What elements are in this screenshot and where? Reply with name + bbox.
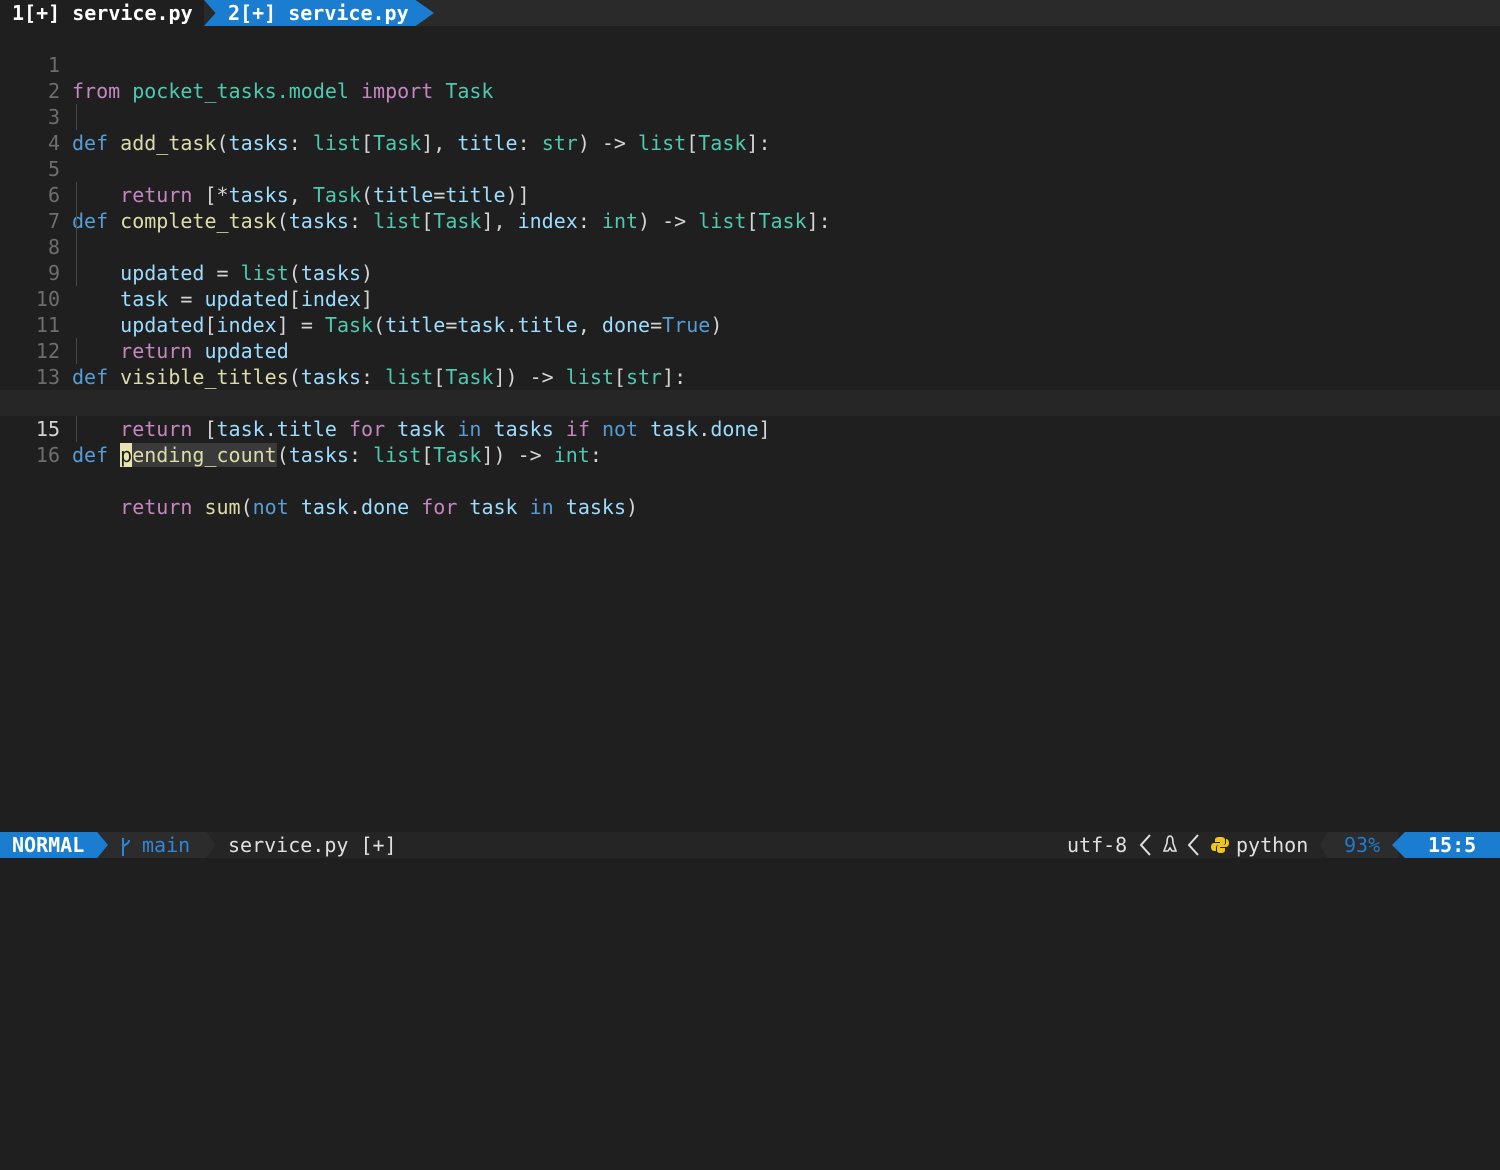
indent-guide xyxy=(76,234,77,260)
git-branch-icon xyxy=(120,832,132,858)
indent-guide xyxy=(76,260,77,286)
python-icon xyxy=(1210,832,1230,858)
indent-guide xyxy=(76,182,77,208)
code-line[interactable]: 10 return updated xyxy=(0,260,1500,363)
tabline: 1[+] service.py 2[+] service.py xyxy=(0,0,1500,26)
code-line[interactable]: 12 def visible_titles(tasks: list[Task])… xyxy=(0,312,1500,389)
code-line[interactable]: 14 xyxy=(0,364,1500,415)
code-line-current[interactable]: 15 def pending_count(tasks: list[Task]) … xyxy=(0,390,1500,467)
file-name: service.py [+] xyxy=(228,833,397,857)
tab-1-service-py[interactable]: 1[+] service.py xyxy=(0,0,204,26)
indent-guide xyxy=(76,104,77,130)
indent-guide xyxy=(76,416,77,442)
text-cursor: p xyxy=(120,443,133,467)
mode-indicator: NORMAL xyxy=(0,832,108,858)
file-type: python xyxy=(1236,833,1309,857)
editor-buffer[interactable]: 1 from pocket_tasks.model import Task 2 … xyxy=(0,26,1500,519)
command-line[interactable] xyxy=(0,858,1500,885)
code-line[interactable]: 1 from pocket_tasks.model import Task xyxy=(0,26,1500,103)
code-line[interactable]: 9 updated[index] = Task(title=task.title… xyxy=(0,234,1500,337)
code-line[interactable]: 11 xyxy=(0,286,1500,337)
code-line[interactable]: 4 return [*tasks, Task(title=title)] xyxy=(0,104,1500,207)
line-number: 16 xyxy=(35,443,60,467)
code-line[interactable]: 8 task = updated[index] xyxy=(0,208,1500,311)
code-line[interactable]: 16 return sum(not task.done for task in … xyxy=(0,416,1500,519)
code-line[interactable]: 6 def complete_task(tasks: list[Task], i… xyxy=(0,156,1500,233)
indent-guide xyxy=(76,208,77,234)
code-line[interactable]: 7 updated = list(tasks) xyxy=(0,182,1500,285)
code-line[interactable]: 5 xyxy=(0,130,1500,181)
statusline: NORMAL main service.py [+] utf-8 python … xyxy=(0,832,1500,858)
git-branch-label: main xyxy=(142,833,191,857)
linux-tux-icon xyxy=(1162,832,1178,858)
scroll-percent: 93% xyxy=(1320,832,1398,858)
indent-guide xyxy=(76,338,77,364)
code-line[interactable]: 2 xyxy=(0,52,1500,103)
cursor-position: 15:5 xyxy=(1392,832,1500,858)
separator-left-icon xyxy=(1186,832,1200,858)
git-branch: main xyxy=(98,832,216,858)
file-encoding: utf-8 xyxy=(1067,833,1128,857)
tab-2-service-py[interactable]: 2[+] service.py xyxy=(204,0,434,26)
code-line[interactable]: 13 return [task.title for task in tasks … xyxy=(0,338,1500,441)
separator-left-icon xyxy=(1138,832,1152,858)
code-line[interactable]: 3 def add_task(tasks: list[Task], title:… xyxy=(0,78,1500,155)
